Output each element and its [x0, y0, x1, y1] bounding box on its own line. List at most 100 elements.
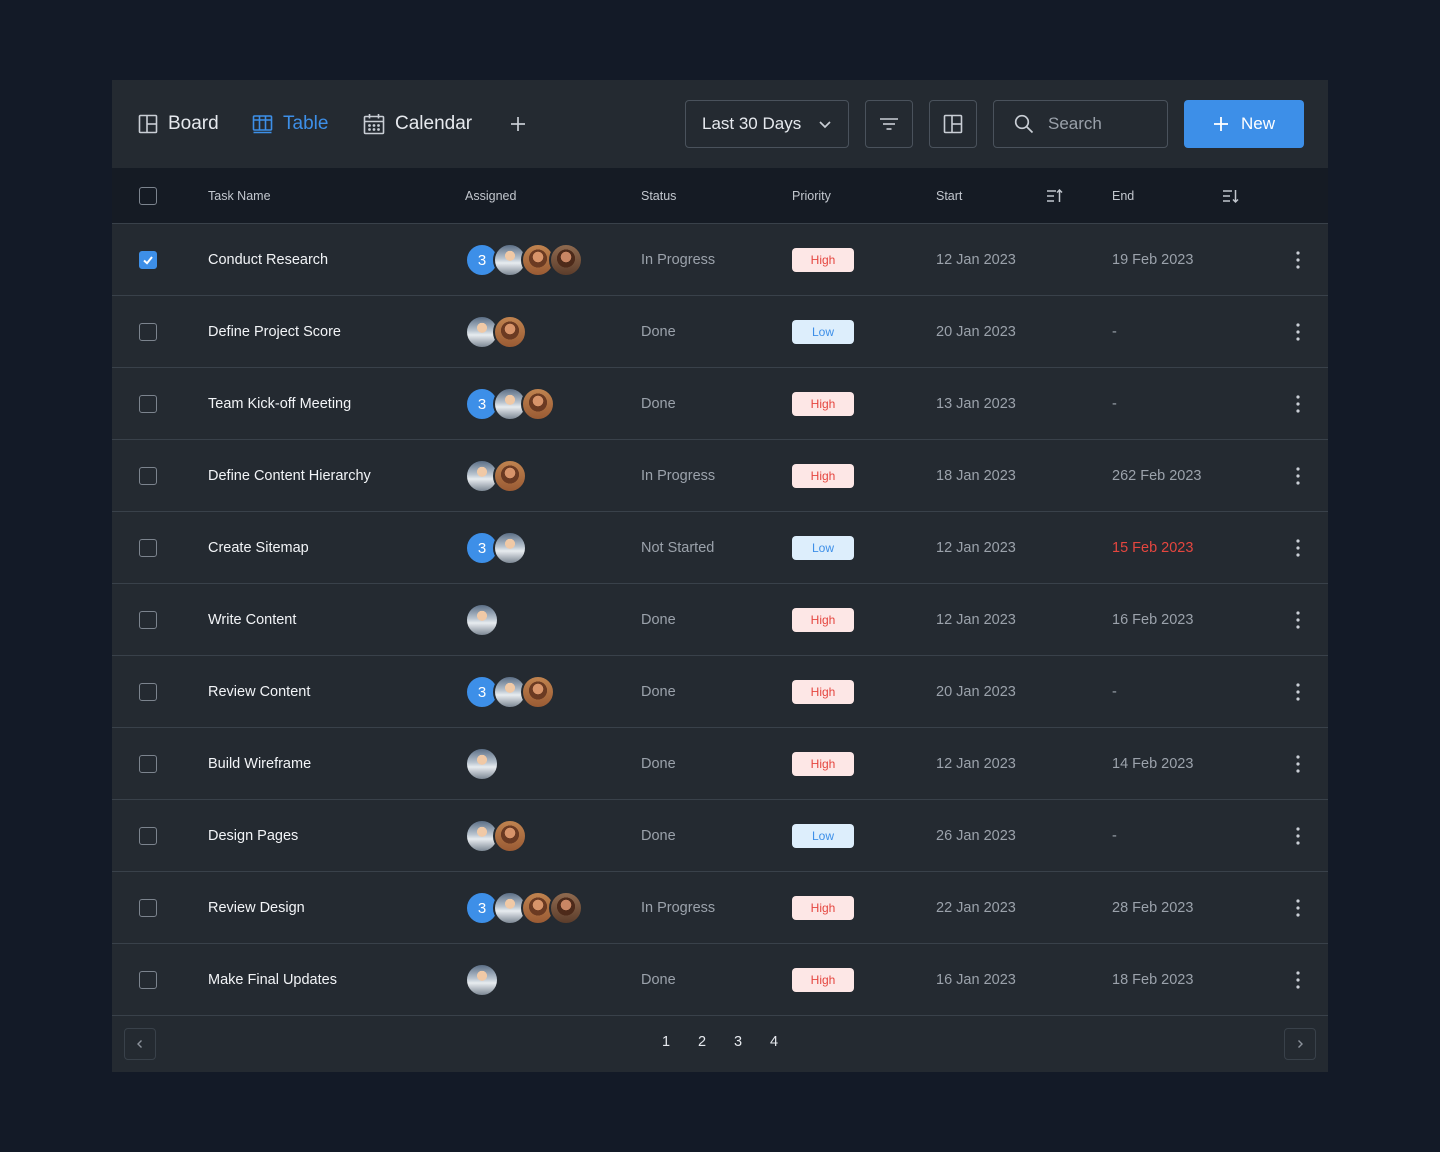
row-menu-button[interactable]	[1286, 824, 1310, 848]
search-field[interactable]: Search	[993, 100, 1168, 148]
assignee-avatars[interactable]: 3	[465, 387, 555, 421]
start-date: 16 Jan 2023	[936, 971, 1016, 988]
status-text: Done	[641, 323, 676, 340]
end-date: 262 Feb 2023	[1112, 467, 1202, 484]
row-checkbox[interactable]	[139, 395, 157, 413]
priority-badge: High	[792, 752, 854, 776]
avatar	[493, 459, 527, 493]
row-checkbox[interactable]	[139, 323, 157, 341]
row-menu-button[interactable]	[1286, 392, 1310, 416]
filter-button[interactable]	[865, 100, 913, 148]
new-task-button[interactable]: New	[1184, 100, 1304, 148]
column-header-status[interactable]: Status	[641, 168, 676, 224]
sort-descending-icon[interactable]	[1222, 187, 1240, 205]
table-row[interactable]: Create Sitemap 3 Not Started Low 12 Jan 2023…	[112, 512, 1328, 584]
tab-calendar[interactable]: Calendar	[363, 80, 472, 168]
table-row[interactable]: Conduct Research 3 In Progress High 12 Jan 2…	[112, 224, 1328, 296]
page-1[interactable]: 1	[656, 1034, 676, 1050]
page-3[interactable]: 3	[728, 1034, 748, 1050]
row-menu-button[interactable]	[1286, 464, 1310, 488]
task-name[interactable]: Conduct Research	[208, 224, 328, 295]
priority-badge: Low	[792, 536, 854, 560]
tab-board[interactable]: Board	[138, 80, 219, 168]
row-checkbox[interactable]	[139, 611, 157, 629]
assignee-avatars[interactable]: 3	[465, 891, 583, 925]
column-header-priority[interactable]: Priority	[792, 168, 831, 224]
task-name[interactable]: Define Content Hierarchy	[208, 440, 371, 511]
column-header-assigned[interactable]: Assigned	[465, 168, 516, 224]
task-name[interactable]: Build Wireframe	[208, 728, 311, 799]
chevron-down-icon	[819, 121, 831, 129]
row-menu-button[interactable]	[1286, 248, 1310, 272]
table-row[interactable]: Write Content Done High 12 Jan 2023 16 Feb 2…	[112, 584, 1328, 656]
next-page-button[interactable]	[1284, 1028, 1316, 1060]
page-4[interactable]: 4	[764, 1034, 784, 1050]
table-row[interactable]: Team Kick-off Meeting 3 Done High 13 Jan 202…	[112, 368, 1328, 440]
row-menu-button[interactable]	[1286, 680, 1310, 704]
priority-badge: High	[792, 392, 854, 416]
row-menu-button[interactable]	[1286, 536, 1310, 560]
task-name[interactable]: Team Kick-off Meeting	[208, 368, 351, 439]
task-name[interactable]: Write Content	[208, 584, 296, 655]
row-menu-button[interactable]	[1286, 752, 1310, 776]
more-vertical-icon	[1296, 755, 1300, 773]
row-menu-button[interactable]	[1286, 968, 1310, 992]
end-date: -	[1112, 395, 1117, 412]
priority-badge: High	[792, 248, 854, 272]
table-row[interactable]: Define Content Hierarchy In Progress High 1…	[112, 440, 1328, 512]
priority-badge: Low	[792, 824, 854, 848]
prev-page-button[interactable]	[124, 1028, 156, 1060]
date-range-select[interactable]: Last 30 Days	[685, 100, 849, 148]
sort-ascending-icon[interactable]	[1046, 187, 1064, 205]
assignee-avatars[interactable]	[465, 747, 499, 781]
avatar	[493, 819, 527, 853]
table-row[interactable]: Make Final Updates Done High 16 Jan 2023 18 …	[112, 944, 1328, 1016]
assignee-avatars[interactable]: 3	[465, 531, 527, 565]
status-text: In Progress	[641, 251, 716, 268]
tab-table[interactable]: Table	[252, 80, 328, 168]
avatar	[465, 603, 499, 637]
status-text: Done	[641, 611, 676, 628]
add-view-button[interactable]	[506, 112, 530, 136]
table-row[interactable]: Review Content 3 Done High 20 Jan 2023 -	[112, 656, 1328, 728]
task-name[interactable]: Review Design	[208, 872, 305, 943]
assignee-avatars[interactable]	[465, 603, 499, 637]
row-checkbox[interactable]	[139, 683, 157, 701]
row-checkbox[interactable]	[139, 755, 157, 773]
row-checkbox[interactable]	[139, 539, 157, 557]
row-menu-button[interactable]	[1286, 896, 1310, 920]
select-all-checkbox[interactable]	[139, 187, 157, 205]
row-menu-button[interactable]	[1286, 320, 1310, 344]
column-header-task[interactable]: Task Name	[208, 168, 271, 224]
date-range-value: Last 30 Days	[702, 114, 802, 133]
tab-calendar-label: Calendar	[395, 113, 473, 134]
task-name[interactable]: Design Pages	[208, 800, 298, 871]
end-date: -	[1112, 323, 1117, 340]
task-name[interactable]: Review Content	[208, 656, 310, 727]
column-header-start[interactable]: Start	[936, 168, 962, 224]
assignee-avatars[interactable]	[465, 963, 499, 997]
row-checkbox[interactable]	[139, 467, 157, 485]
table-row[interactable]: Design Pages Done Low 26 Jan 2023 -	[112, 800, 1328, 872]
assignee-avatars[interactable]	[465, 315, 527, 349]
assignee-avatars[interactable]: 3	[465, 675, 555, 709]
status-text: Done	[641, 971, 676, 988]
assignee-avatars[interactable]	[465, 819, 527, 853]
row-checkbox[interactable]	[139, 971, 157, 989]
task-name[interactable]: Make Final Updates	[208, 944, 337, 1015]
row-checkbox[interactable]	[139, 899, 157, 917]
row-menu-button[interactable]	[1286, 608, 1310, 632]
table-row[interactable]: Define Project Score Done Low 20 Jan 2023 -	[112, 296, 1328, 368]
table-row[interactable]: Build Wireframe Done High 12 Jan 2023 14 Feb…	[112, 728, 1328, 800]
assignee-avatars[interactable]	[465, 459, 527, 493]
more-vertical-icon	[1296, 827, 1300, 845]
task-name[interactable]: Define Project Score	[208, 296, 341, 367]
column-header-end[interactable]: End	[1112, 168, 1134, 224]
page-2[interactable]: 2	[692, 1034, 712, 1050]
table-row[interactable]: Review Design 3 In Progress High 22 Jan 2023…	[112, 872, 1328, 944]
row-checkbox[interactable]	[139, 827, 157, 845]
layout-button[interactable]	[929, 100, 977, 148]
assignee-avatars[interactable]: 3	[465, 243, 583, 277]
row-checkbox[interactable]	[139, 251, 157, 269]
task-name[interactable]: Create Sitemap	[208, 512, 309, 583]
